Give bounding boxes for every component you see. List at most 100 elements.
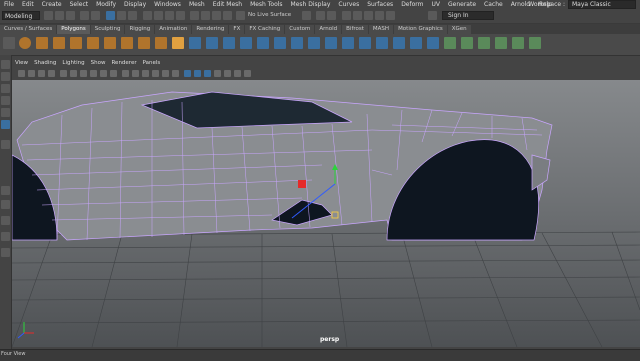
tab-custom[interactable]: Custom <box>285 25 315 34</box>
menu-curves[interactable]: Curves <box>334 0 363 9</box>
tab-motion-graphics[interactable]: Motion Graphics <box>394 25 447 34</box>
sphere-icon[interactable] <box>19 37 31 49</box>
target-weld-icon[interactable] <box>376 37 388 49</box>
gate-mask-icon[interactable] <box>90 70 97 77</box>
open-scene-icon[interactable] <box>55 11 64 20</box>
uv-editor-icon[interactable] <box>444 37 456 49</box>
tab-sculpting[interactable]: Sculpting <box>90 25 125 34</box>
render-icon[interactable] <box>201 11 210 20</box>
tab-fx-caching[interactable]: FX Caching <box>245 25 285 34</box>
cone-icon[interactable] <box>70 37 82 49</box>
viewport-canvas[interactable] <box>12 80 640 347</box>
plane-icon[interactable] <box>104 37 116 49</box>
platonic-icon[interactable] <box>138 37 150 49</box>
menu-generate[interactable]: Generate <box>444 0 480 9</box>
sign-in-dropdown[interactable]: Sign In <box>442 11 494 20</box>
menu-mesh-display[interactable]: Mesh Display <box>287 0 335 9</box>
torus-icon[interactable] <box>87 37 99 49</box>
sequence-icon[interactable] <box>375 11 384 20</box>
menu-edit-mesh[interactable]: Edit Mesh <box>209 0 246 9</box>
cube-icon[interactable] <box>36 37 48 49</box>
pyramid-icon[interactable] <box>155 37 167 49</box>
panel-menu-show[interactable]: Show <box>88 59 109 68</box>
save-scene-icon[interactable] <box>66 11 75 20</box>
fill-hole-icon[interactable] <box>325 37 337 49</box>
workspace-selector[interactable]: Workspace : Maya Classic <box>528 0 636 9</box>
motion-blur-icon[interactable] <box>224 70 231 77</box>
render-settings-icon[interactable] <box>223 11 232 20</box>
shelf-menu-icon[interactable] <box>3 37 15 49</box>
viewport-persp[interactable] <box>12 80 640 347</box>
shadows-icon[interactable] <box>172 70 179 77</box>
outliner-icon[interactable] <box>1 248 10 257</box>
tab-polygons[interactable]: Polygons <box>57 25 90 34</box>
ambient-occlusion-icon[interactable] <box>214 70 221 77</box>
grid-icon[interactable] <box>60 70 67 77</box>
layout-single-icon[interactable] <box>1 186 10 195</box>
menu-uv[interactable]: UV <box>428 0 445 9</box>
panel-menu-view[interactable]: View <box>12 59 31 68</box>
symmetry-icon[interactable] <box>302 11 311 20</box>
menu-cache[interactable]: Cache <box>480 0 507 9</box>
disc-icon[interactable] <box>121 37 133 49</box>
layout-icon[interactable] <box>512 37 524 49</box>
user-account-icon[interactable] <box>428 11 437 20</box>
safe-action-icon[interactable] <box>110 70 117 77</box>
field-chart-icon[interactable] <box>100 70 107 77</box>
edge-loop-icon[interactable] <box>427 37 439 49</box>
append-icon[interactable] <box>342 37 354 49</box>
tab-mash[interactable]: MASH <box>368 25 394 34</box>
menu-surfaces[interactable]: Surfaces <box>363 0 397 9</box>
bevel-icon[interactable] <box>308 37 320 49</box>
smooth-shade-icon[interactable] <box>132 70 139 77</box>
boolean-icon[interactable] <box>240 37 252 49</box>
camera-select-icon[interactable] <box>18 70 25 77</box>
layout-side-icon[interactable] <box>1 216 10 225</box>
new-scene-icon[interactable] <box>44 11 53 20</box>
rename-icon[interactable] <box>327 11 336 20</box>
isolate-select-icon[interactable] <box>204 70 211 77</box>
workspace-dropdown[interactable]: Maya Classic <box>568 0 636 9</box>
tab-bifrost[interactable]: Bifrost <box>342 25 368 34</box>
image-plane-icon[interactable] <box>48 70 55 77</box>
menu-windows[interactable]: Windows <box>150 0 185 9</box>
menu-mesh-tools[interactable]: Mesh Tools <box>246 0 286 9</box>
checker-icon[interactable] <box>529 37 541 49</box>
unfold-icon[interactable] <box>495 37 507 49</box>
tab-rendering[interactable]: Rendering <box>192 25 229 34</box>
menu-create[interactable]: Create <box>38 0 66 9</box>
extrude-icon[interactable] <box>274 37 286 49</box>
panel-menu-shading[interactable]: Shading <box>31 59 59 68</box>
undo-icon[interactable] <box>80 11 89 20</box>
panel-menu-panels[interactable]: Panels <box>140 59 164 68</box>
camera-attributes-icon[interactable] <box>28 70 35 77</box>
live-surface-icon[interactable] <box>236 11 245 20</box>
auto-map-icon[interactable] <box>478 37 490 49</box>
scale-tool-icon[interactable] <box>1 120 10 129</box>
anti-aliasing-icon[interactable] <box>234 70 241 77</box>
quad-draw-icon[interactable] <box>410 37 422 49</box>
select-component-icon[interactable] <box>128 11 137 20</box>
rotate-tool-icon[interactable] <box>1 108 10 117</box>
panel-menu-renderer[interactable]: Renderer <box>108 59 139 68</box>
snap-view-icon[interactable] <box>176 11 185 20</box>
menu-display[interactable]: Display <box>120 0 150 9</box>
tab-xgen[interactable]: XGen <box>447 25 471 34</box>
film-gate-icon[interactable] <box>70 70 77 77</box>
select-hierarchy-icon[interactable] <box>106 11 115 20</box>
wireframe-on-shaded-icon[interactable] <box>194 70 201 77</box>
wireframe-icon[interactable] <box>122 70 129 77</box>
tab-arnold[interactable]: Arnold <box>315 25 342 34</box>
mode-selector-dropdown[interactable]: Modeling <box>2 11 40 20</box>
menu-select[interactable]: Select <box>66 0 93 9</box>
render-frame-icon[interactable] <box>353 11 362 20</box>
separate-icon[interactable] <box>206 37 218 49</box>
light-editor-icon[interactable] <box>386 11 395 20</box>
tab-fx[interactable]: FX <box>229 25 245 34</box>
snap-curve-icon[interactable] <box>154 11 163 20</box>
select-object-icon[interactable] <box>117 11 126 20</box>
paint-select-icon[interactable] <box>1 84 10 93</box>
snap-grid-icon[interactable] <box>143 11 152 20</box>
planar-map-icon[interactable] <box>461 37 473 49</box>
menu-edit[interactable]: Edit <box>18 0 38 9</box>
